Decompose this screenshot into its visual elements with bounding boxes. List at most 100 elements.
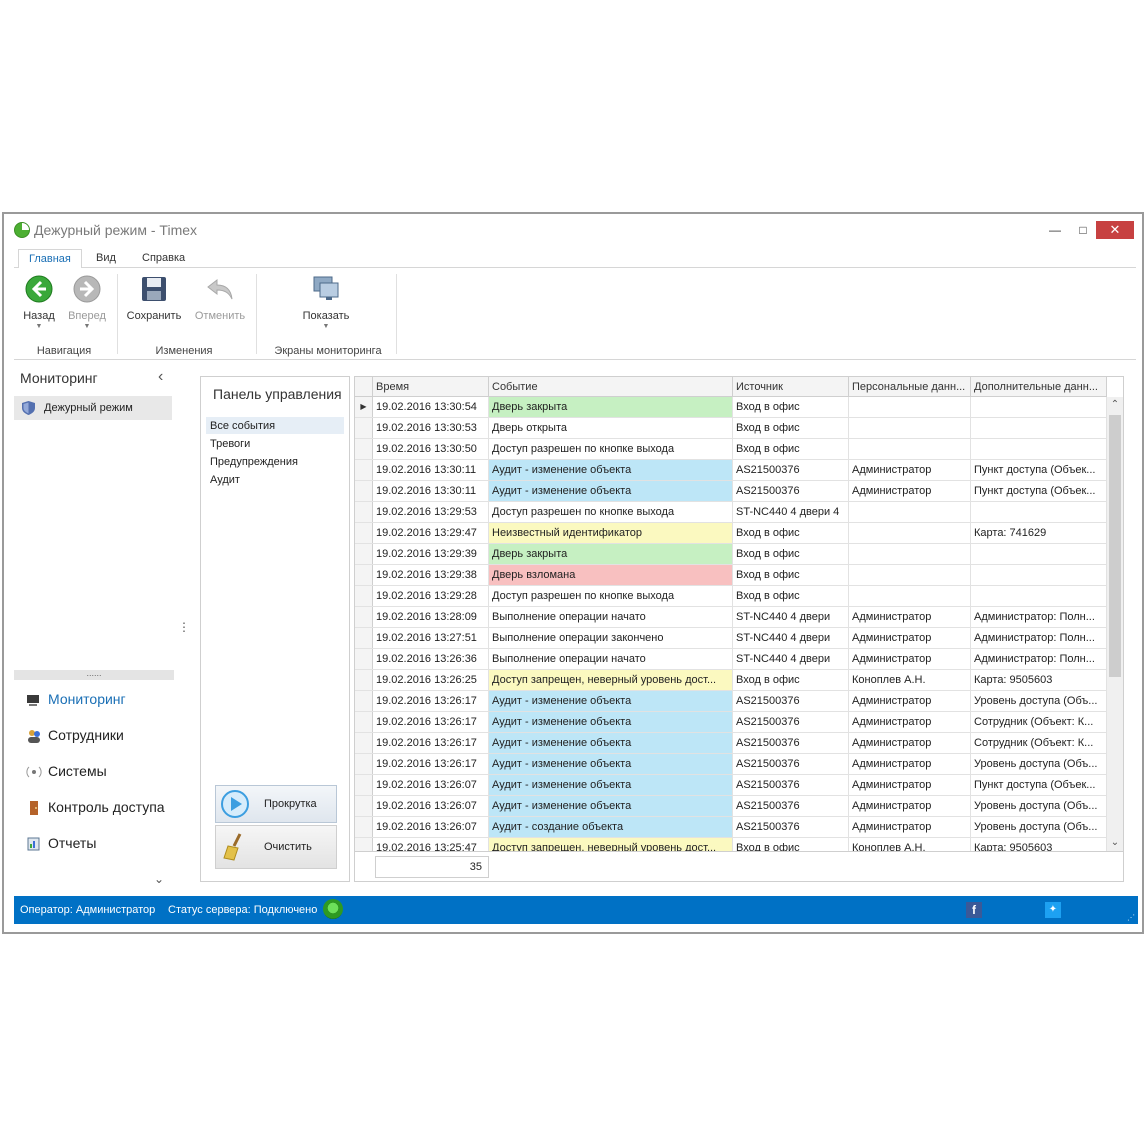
table-row[interactable]: 19.02.2016 13:26:17 Аудит - изменение объ… xyxy=(355,733,1107,754)
row-header[interactable] xyxy=(355,481,373,501)
cell-source: AS21500376 xyxy=(733,712,849,732)
twitter-icon[interactable]: ✦ xyxy=(1045,902,1061,918)
horizontal-splitter[interactable]: ...... xyxy=(14,669,174,680)
row-header[interactable] xyxy=(355,775,373,795)
scroll-down-icon[interactable]: ⌄ xyxy=(1107,835,1123,851)
vertical-splitter-grip[interactable]: ⋮ xyxy=(178,620,190,634)
cell-source: Вход в офис xyxy=(733,586,849,606)
tab-help[interactable]: Справка xyxy=(132,249,195,269)
table-row[interactable]: 19.02.2016 13:26:17 Аудит - изменение объ… xyxy=(355,691,1107,712)
row-header[interactable] xyxy=(355,439,373,459)
row-header[interactable] xyxy=(355,754,373,774)
cell-event: Аудит - изменение объекта xyxy=(489,775,733,795)
filter-all-events[interactable]: Все события xyxy=(206,417,344,434)
cell-event: Доступ разрешен по кнопке выхода xyxy=(489,502,733,522)
table-row[interactable]: 19.02.2016 13:30:53 Дверь открыта Вход в о… xyxy=(355,418,1107,439)
table-row[interactable]: 19.02.2016 13:29:47 Неизвестный идентифик… xyxy=(355,523,1107,544)
nav-monitoring[interactable]: Мониторинг xyxy=(24,688,174,712)
row-header[interactable] xyxy=(355,565,373,585)
row-header[interactable] xyxy=(355,544,373,564)
row-header[interactable] xyxy=(355,628,373,648)
app-logo-icon xyxy=(14,222,30,238)
nav-systems[interactable]: Системы xyxy=(24,760,174,784)
row-header[interactable] xyxy=(355,418,373,438)
nav-more-chevron-icon[interactable]: ⌄ xyxy=(154,872,164,886)
table-row[interactable]: 19.02.2016 13:26:36 Выполнение операции н… xyxy=(355,649,1107,670)
control-panel: Панель управления Все события Тревоги Пр… xyxy=(200,376,350,882)
table-row[interactable]: 19.02.2016 13:29:39 Дверь закрыта Вход в о… xyxy=(355,544,1107,565)
table-row[interactable]: 19.02.2016 13:30:11 Аудит - изменение объ… xyxy=(355,481,1107,502)
table-row[interactable]: 19.02.2016 13:26:07 Аудит - создание объе… xyxy=(355,817,1107,838)
nav-reports[interactable]: Отчеты xyxy=(24,832,174,856)
tree-item-duty-mode[interactable]: Дежурный режим xyxy=(14,396,172,420)
filter-alarms[interactable]: Тревоги xyxy=(206,435,344,452)
column-header-extra[interactable]: Дополнительные данн... xyxy=(971,377,1107,397)
table-row[interactable]: 19.02.2016 13:26:17 Аудит - изменение объ… xyxy=(355,754,1107,775)
cell-source: Вход в офис xyxy=(733,565,849,585)
close-icon[interactable]: ✕ xyxy=(1096,221,1134,239)
cell-personal: Администратор xyxy=(849,691,971,711)
cell-event: Аудит - изменение объекта xyxy=(489,481,733,501)
save-button[interactable]: Сохранить xyxy=(126,274,182,322)
column-header-source[interactable]: Источник xyxy=(733,377,849,397)
table-row[interactable]: 19.02.2016 13:29:28 Доступ разрешен по кн… xyxy=(355,586,1107,607)
row-header[interactable] xyxy=(355,607,373,627)
row-header[interactable] xyxy=(355,712,373,732)
forward-label: Вперед xyxy=(68,310,106,322)
vertical-scrollbar[interactable]: ⌃ ⌄ xyxy=(1107,397,1123,851)
collapse-pane-icon[interactable]: ‹ xyxy=(158,368,163,386)
table-row[interactable]: 19.02.2016 13:30:11 Аудит - изменение объ… xyxy=(355,460,1107,481)
table-row[interactable]: ▶ 19.02.2016 13:30:54 Дверь закрыта Вход в … xyxy=(355,397,1107,418)
scrollbar-thumb[interactable] xyxy=(1109,415,1121,677)
back-arrow-icon xyxy=(25,275,53,303)
row-header[interactable] xyxy=(355,670,373,690)
row-header[interactable] xyxy=(355,691,373,711)
undo-button[interactable]: Отменить xyxy=(192,274,248,322)
column-header-personal[interactable]: Персональные данн... xyxy=(849,377,971,397)
scroll-up-icon[interactable]: ⌃ xyxy=(1107,397,1123,413)
forward-button[interactable]: Вперед ▼ xyxy=(64,274,110,330)
filter-warnings[interactable]: Предупреждения xyxy=(206,453,344,470)
current-row-indicator-icon[interactable]: ▶ xyxy=(355,397,373,417)
tab-main[interactable]: Главная xyxy=(18,249,82,269)
nav-access-control[interactable]: Контроль доступа xyxy=(24,796,174,820)
row-header[interactable] xyxy=(355,523,373,543)
table-row[interactable]: 19.02.2016 13:29:53 Доступ разрешен по кн… xyxy=(355,502,1107,523)
undo-label: Отменить xyxy=(194,310,246,322)
column-header-time[interactable]: Время xyxy=(373,377,489,397)
row-header[interactable] xyxy=(355,796,373,816)
group-changes-label: Изменения xyxy=(155,345,213,357)
facebook-icon[interactable]: f xyxy=(966,902,982,918)
row-header[interactable] xyxy=(355,502,373,522)
table-row[interactable]: 19.02.2016 13:27:51 Выполнение операции з… xyxy=(355,628,1107,649)
cell-extra: Уровень доступа (Объ... xyxy=(971,754,1107,774)
row-header[interactable] xyxy=(355,817,373,837)
row-header[interactable] xyxy=(355,733,373,753)
table-row[interactable]: 19.02.2016 13:28:09 Выполнение операции н… xyxy=(355,607,1107,628)
row-header[interactable] xyxy=(355,460,373,480)
cell-extra: Пункт доступа (Объек... xyxy=(971,775,1107,795)
back-button[interactable]: Назад ▼ xyxy=(16,274,62,330)
clear-button[interactable]: Очистить xyxy=(215,825,337,869)
show-screens-button[interactable]: Показать ▼ xyxy=(296,274,356,330)
scroll-button[interactable]: Прокрутка xyxy=(215,785,337,823)
maximize-icon[interactable]: □ xyxy=(1072,222,1094,238)
table-row[interactable]: 19.02.2016 13:26:07 Аудит - изменение объ… xyxy=(355,775,1107,796)
column-header-event[interactable]: Событие xyxy=(489,377,733,397)
table-row[interactable]: 19.02.2016 13:30:50 Доступ разрешен по кн… xyxy=(355,439,1107,460)
table-row[interactable]: 19.02.2016 13:29:38 Дверь взломана Вход в … xyxy=(355,565,1107,586)
cell-time: 19.02.2016 13:26:25 xyxy=(373,670,489,690)
table-row[interactable]: 19.02.2016 13:26:25 Доступ запрещен, неве… xyxy=(355,670,1107,691)
resize-grip-icon[interactable]: ⋰ xyxy=(1127,913,1135,922)
table-row[interactable]: 19.02.2016 13:26:17 Аудит - изменение объ… xyxy=(355,712,1107,733)
cell-source: AS21500376 xyxy=(733,796,849,816)
tab-view[interactable]: Вид xyxy=(86,249,126,269)
filter-audit[interactable]: Аудит xyxy=(206,471,344,488)
table-row[interactable]: 19.02.2016 13:26:07 Аудит - изменение объ… xyxy=(355,796,1107,817)
row-header[interactable] xyxy=(355,586,373,606)
cell-time: 19.02.2016 13:26:36 xyxy=(373,649,489,669)
nav-employees[interactable]: Сотрудники xyxy=(24,724,174,748)
cell-source: Вход в офис xyxy=(733,523,849,543)
minimize-icon[interactable]: — xyxy=(1044,222,1066,238)
row-header[interactable] xyxy=(355,649,373,669)
